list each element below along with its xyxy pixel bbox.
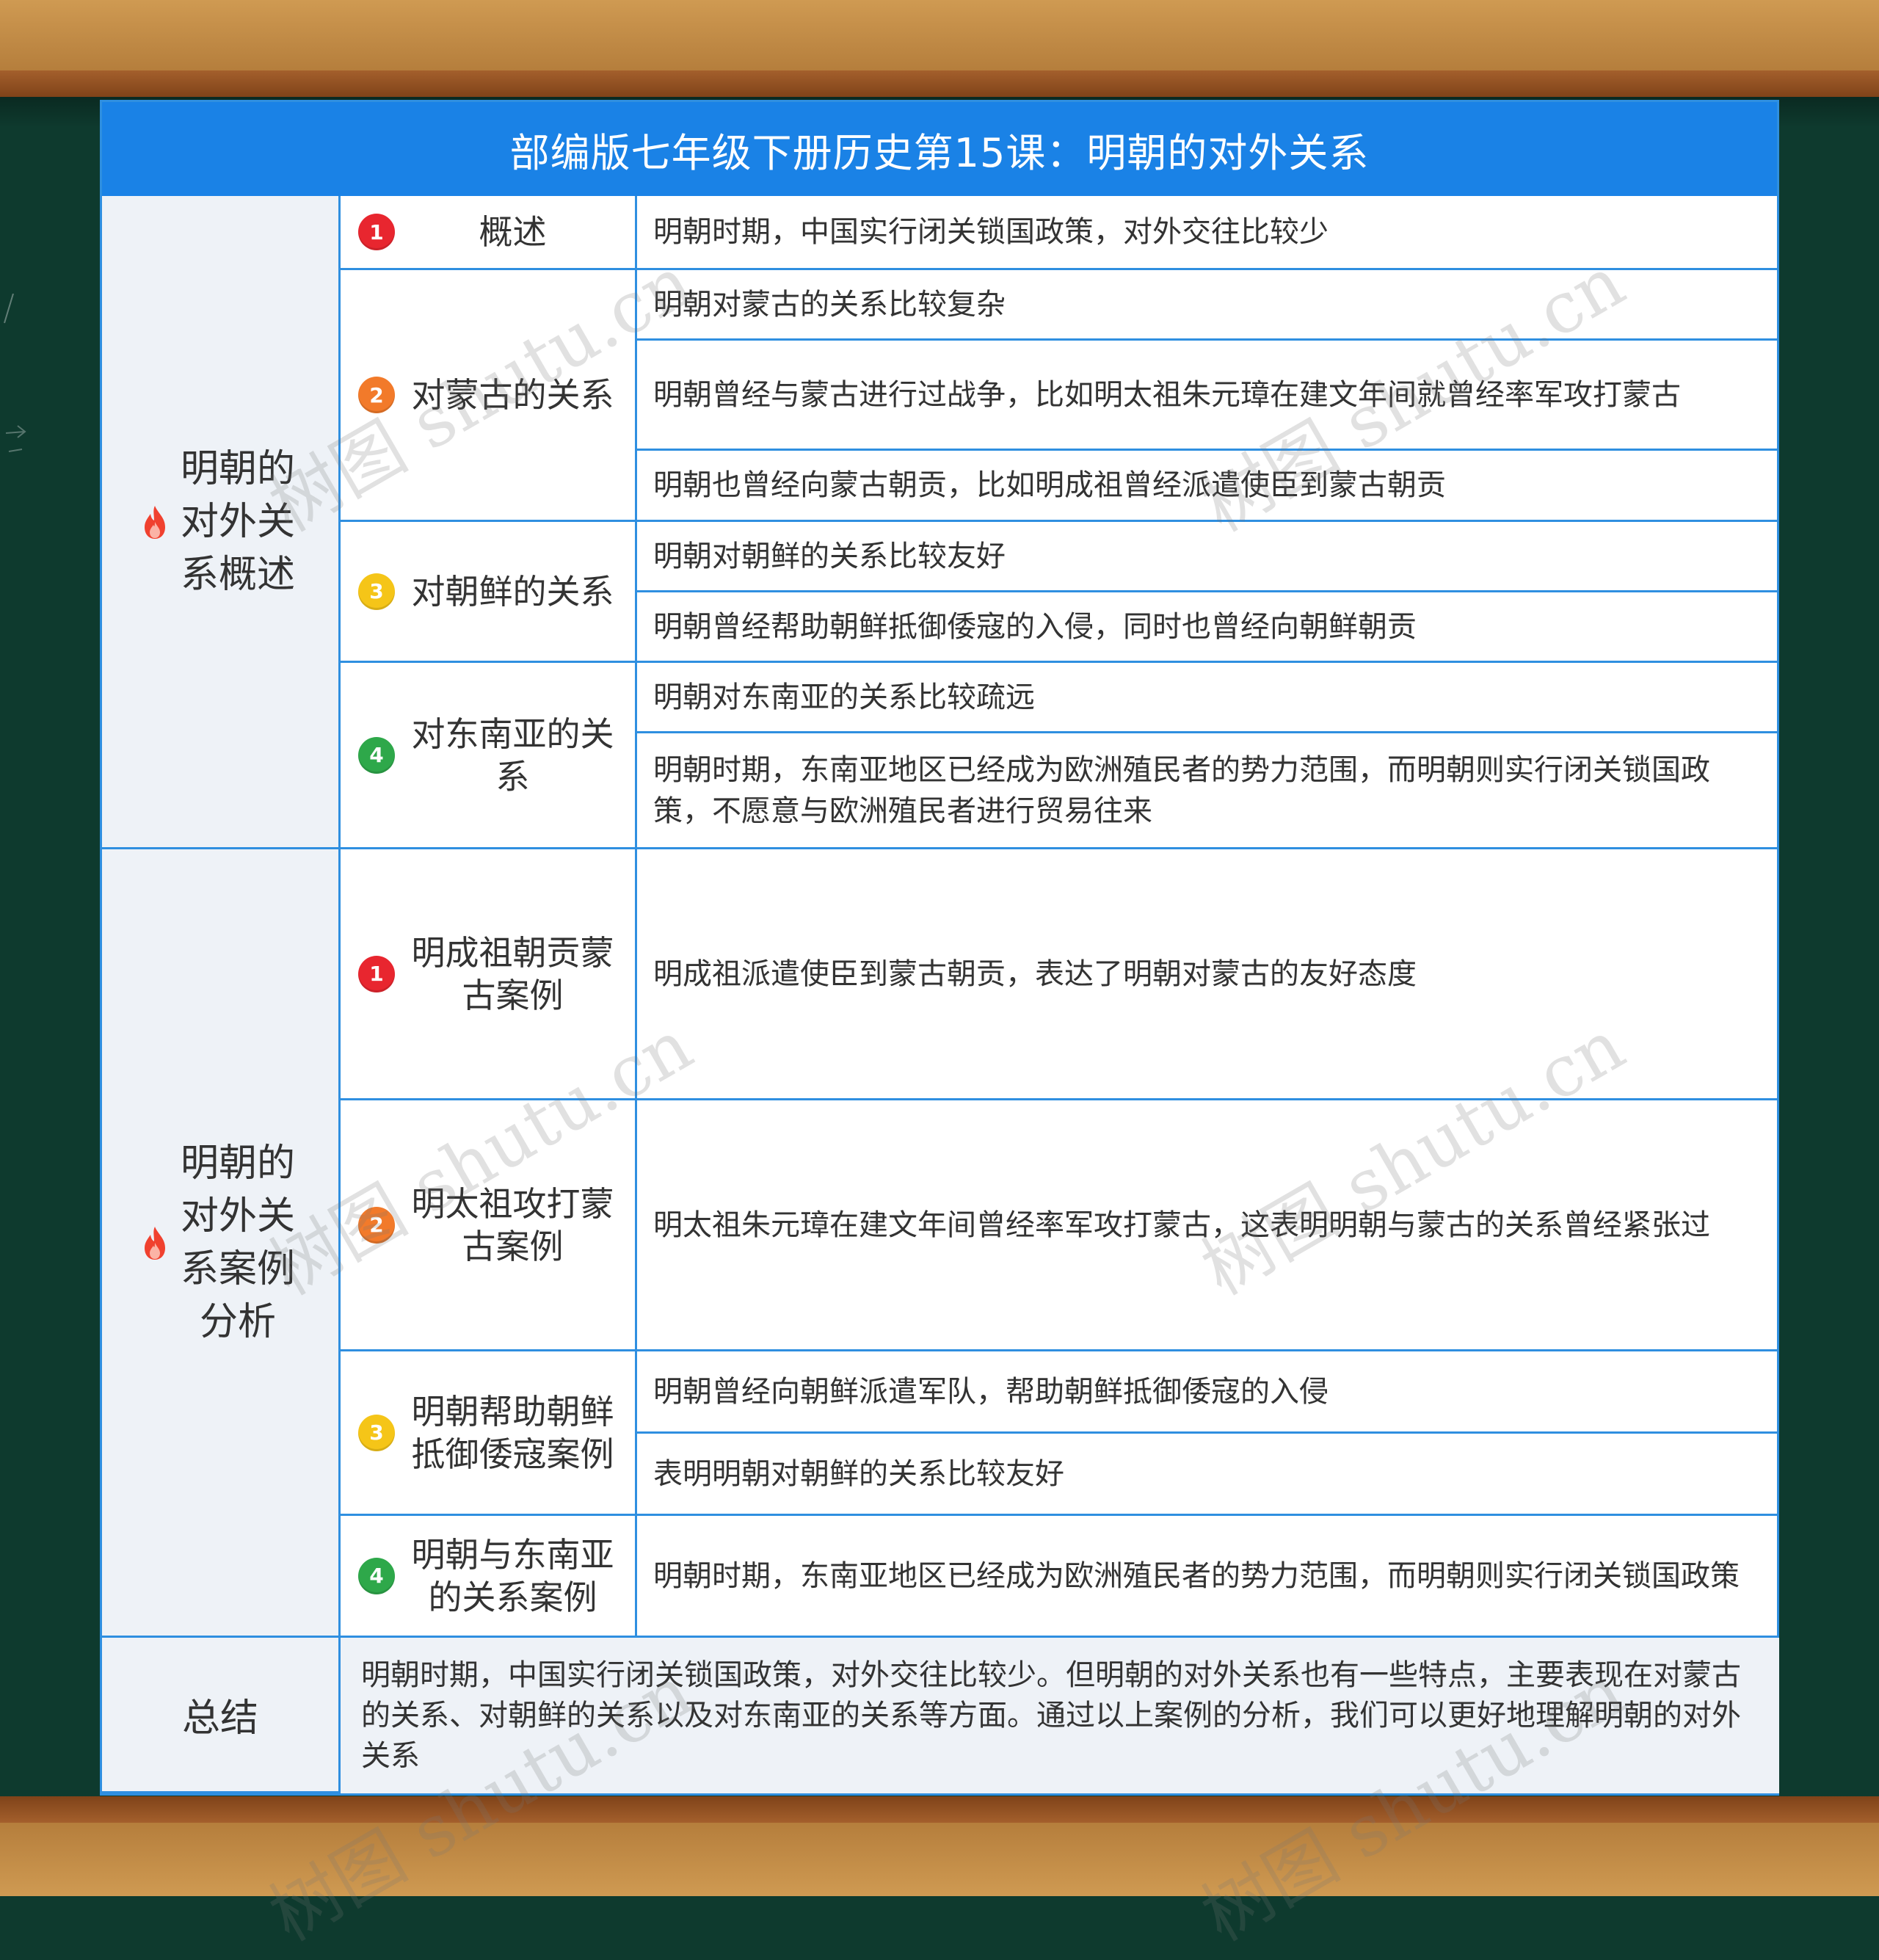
fire-icon <box>145 1226 165 1260</box>
number-badge-3-icon: 3 <box>358 573 395 610</box>
outline-table: 部编版七年级下册历史第15课：明朝的对外关系 明朝的对外关系概述 1 概述 明朝… <box>100 100 1779 1796</box>
detail-cell: 明朝曾经向朝鲜派遣军队，帮助朝鲜抵御倭寇的入侵 <box>637 1351 1779 1434</box>
sub-item-label: 明太祖攻打蒙古案例 <box>411 1183 614 1266</box>
sub-item-case-yongle: 1 明成祖朝贡蒙古案例 <box>341 849 637 1100</box>
detail-cell: 明太祖朱元璋在建文年间曾经率军攻打蒙古，这表明明朝与蒙古的关系曾经紧张过 <box>637 1100 1779 1351</box>
sub-item-overview: 1 概述 <box>341 196 637 270</box>
detail-cell: 明朝对东南亚的关系比较疏远 <box>637 663 1779 733</box>
sub-item-label: 对朝鲜的关系 <box>411 571 614 611</box>
detail-cell: 明朝也曾经向蒙古朝贡，比如明成祖曾经派遣使臣到蒙古朝贡 <box>637 451 1779 522</box>
summary-text: 明朝时期，中国实行闭关锁国政策，对外交往比较少。但明朝的对外关系也有一些特点，主… <box>341 1638 1779 1793</box>
detail-cell: 表明明朝对朝鲜的关系比较友好 <box>637 1434 1779 1516</box>
frame-top-lip <box>0 70 1879 97</box>
sub-item-mongolia: 2 对蒙古的关系 <box>341 270 637 522</box>
number-badge-1-icon: 1 <box>358 955 395 992</box>
sub-item-label: 概述 <box>479 212 547 252</box>
section-cell-overview: 明朝的对外关系概述 <box>102 196 341 849</box>
section-cell-cases: 明朝的对外关系案例分析 <box>102 849 341 1638</box>
sub-item-label: 对东南亚的关系 <box>411 714 614 796</box>
page-title: 部编版七年级下册历史第15课：明朝的对外关系 <box>102 102 1777 196</box>
section-label: 明朝的对外关系案例分析 <box>180 1141 295 1344</box>
frame-bottom-lip <box>0 1796 1879 1823</box>
sub-item-label: 明成祖朝贡蒙古案例 <box>411 932 614 1015</box>
sub-item-label: 明朝与东南亚的关系案例 <box>411 1534 614 1617</box>
detail-cell: 明朝曾经与蒙古进行过战争，比如明太祖朱元璋在建文年间就曾经率军攻打蒙古 <box>637 341 1779 451</box>
sub-item-label: 对蒙古的关系 <box>411 375 614 415</box>
sub-item-korea: 3 对朝鲜的关系 <box>341 522 637 663</box>
detail-cell: 明成祖派遣使臣到蒙古朝贡，表达了明朝对蒙古的友好态度 <box>637 849 1779 1100</box>
number-badge-2-icon: 2 <box>358 1206 395 1244</box>
number-badge-4-icon: 4 <box>358 1557 395 1594</box>
sub-item-label: 明朝帮助朝鲜抵御倭寇案例 <box>411 1391 614 1474</box>
frame-top <box>0 0 1879 70</box>
number-badge-1-icon: 1 <box>358 214 395 250</box>
sub-item-case-hongwu: 2 明太祖攻打蒙古案例 <box>341 1100 637 1351</box>
sub-item-case-southeast-asia: 4 明朝与东南亚的关系案例 <box>341 1516 637 1638</box>
section-label: 明朝的对外关系概述 <box>180 446 295 597</box>
chalk-mark-icon <box>4 294 26 452</box>
detail-cell: 明朝对蒙古的关系比较复杂 <box>637 270 1779 341</box>
number-badge-3-icon: 3 <box>358 1414 395 1451</box>
detail-cell: 明朝时期，东南亚地区已经成为欧洲殖民者的势力范围，而明朝则实行闭关锁国政策，不愿… <box>637 733 1779 849</box>
detail-cell: 明朝曾经帮助朝鲜抵御倭寇的入侵，同时也曾经向朝鲜朝贡 <box>637 592 1779 663</box>
frame-bottom <box>0 1823 1879 1896</box>
detail-cell: 明朝时期，中国实行闭关锁国政策，对外交往比较少 <box>637 196 1779 270</box>
detail-cell: 明朝时期，东南亚地区已经成为欧洲殖民者的势力范围，而明朝则实行闭关锁国政策 <box>637 1516 1779 1638</box>
sub-item-case-korea: 3 明朝帮助朝鲜抵御倭寇案例 <box>341 1351 637 1516</box>
sub-item-southeast-asia: 4 对东南亚的关系 <box>341 663 637 849</box>
fire-icon <box>145 505 165 539</box>
summary-label: 总结 <box>102 1638 341 1793</box>
number-badge-4-icon: 4 <box>358 736 395 774</box>
detail-cell: 明朝对朝鲜的关系比较友好 <box>637 522 1779 592</box>
number-badge-2-icon: 2 <box>358 377 395 413</box>
